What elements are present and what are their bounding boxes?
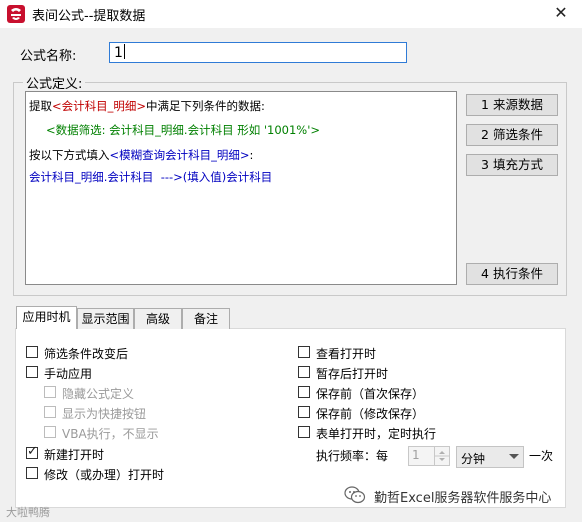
text-caret <box>123 44 125 59</box>
watermark-right: 勤哲Excel服务器软件服务中心 <box>374 491 552 506</box>
def-line4-arrow: --->(填入值) <box>153 170 227 184</box>
formula-name-label: 公式名称: <box>20 49 77 64</box>
label-filter-changed: 筛选条件改变后 <box>44 347 129 361</box>
def-line3-part1: 按以下方式填入 <box>29 148 110 162</box>
source-data-button[interactable]: 1 来源数据 <box>466 94 558 116</box>
close-button[interactable]: ✕ <box>548 2 574 24</box>
definition-legend: 公式定义: <box>23 73 86 92</box>
frequency-value: 1 <box>412 448 420 462</box>
label-hide-definition: 隐藏公式定义 <box>62 387 135 401</box>
def-line1-part3: 中满足下列条件的数据: <box>146 99 265 113</box>
wechat-icon <box>344 486 366 504</box>
frequency-unit-value: 分钟 <box>461 452 486 466</box>
def-line3-target: <模糊查询会计科目_明细> <box>109 148 250 162</box>
def-line4-source: 会计科目_明细.会计科目 <box>29 170 154 184</box>
filter-condition-button[interactable]: 2 筛选条件 <box>466 124 558 146</box>
checkbox-before-first-save[interactable] <box>298 386 310 398</box>
checkmark-icon: ✓ <box>27 444 38 459</box>
tab-timing[interactable]: 应用时机 <box>16 306 77 329</box>
label-before-edit-save: 保存前（修改保存） <box>316 407 425 421</box>
label-vba-exec: VBA执行，不显示 <box>62 427 159 441</box>
frequency-suffix: 一次 <box>529 449 554 463</box>
label-edit-open: 修改（或办理）打开时 <box>44 468 165 482</box>
exec-condition-button[interactable]: 4 执行条件 <box>466 263 558 285</box>
app-logo-icon <box>7 5 25 23</box>
label-manual-apply: 手动应用 <box>44 367 93 381</box>
checkbox-timed-exec[interactable] <box>298 426 310 438</box>
stepper-buttons[interactable] <box>434 447 449 465</box>
formula-name-input[interactable]: 1 <box>109 42 407 63</box>
checkbox-before-edit-save[interactable] <box>298 406 310 418</box>
def-line-1: 提取<会计科目_明细>中满足下列条件的数据: <box>29 98 265 114</box>
label-timed-exec: 表单打开时，定时执行 <box>316 427 437 441</box>
checkbox-show-shortcut[interactable] <box>44 406 56 418</box>
checkbox-new-open[interactable]: ✓ <box>26 444 38 459</box>
definition-text-area[interactable]: 提取<会计科目_明细>中满足下列条件的数据: <数据筛选: 会计科目_明细.会计… <box>25 91 457 285</box>
stepper-arrows-icon <box>435 451 449 461</box>
tab-advanced[interactable]: 高级 <box>134 308 182 329</box>
checkbox-filter-changed[interactable] <box>26 346 38 358</box>
title-bar: 表间公式--提取数据 ✕ <box>0 0 582 28</box>
tab-notes[interactable]: 备注 <box>182 308 230 329</box>
label-draft-open: 暂存后打开时 <box>316 367 389 381</box>
def-line-3: 按以下方式填入<模糊查询会计科目_明细>: <box>29 147 253 163</box>
checkbox-hide-definition[interactable] <box>44 386 56 398</box>
def-line-4: 会计科目_明细.会计科目 --->(填入值)会计科目 <box>29 169 272 185</box>
window-title: 表间公式--提取数据 <box>32 9 146 24</box>
chevron-down-icon <box>509 454 519 459</box>
label-view-open: 查看打开时 <box>316 347 377 361</box>
def-line-2: <数据筛选: 会计科目_明细.会计科目 形如 '1001%'> <box>46 123 321 137</box>
dialog-window: 表间公式--提取数据 ✕ 公式名称: 1 公式定义: 提取<会计科目_明细>中满… <box>0 0 582 522</box>
checkbox-manual-apply[interactable] <box>26 366 38 378</box>
frequency-unit-select[interactable]: 分钟 <box>456 446 524 468</box>
label-before-first-save: 保存前（首次保存） <box>316 387 425 401</box>
label-show-shortcut: 显示为快捷按钮 <box>62 407 147 421</box>
watermark-left: 大啦鸭腾 <box>6 506 50 519</box>
label-new-open: 新建打开时 <box>44 448 105 462</box>
def-line4-target: 会计科目 <box>226 170 273 184</box>
def-line1-table: <会计科目_明细> <box>52 99 147 113</box>
checkbox-edit-open[interactable] <box>26 467 38 479</box>
def-line3-part3: : <box>249 148 254 162</box>
checkbox-draft-open[interactable] <box>298 366 310 378</box>
tab-display-range[interactable]: 显示范围 <box>77 308 134 329</box>
def-line1-part1: 提取 <box>29 99 52 113</box>
frequency-label: 执行频率：每 <box>316 449 389 463</box>
checkbox-view-open[interactable] <box>298 346 310 358</box>
fill-method-button[interactable]: 3 填充方式 <box>466 154 558 176</box>
checkbox-vba-exec[interactable] <box>44 426 56 438</box>
frequency-stepper[interactable]: 1 <box>408 446 450 466</box>
formula-name-value: 1 <box>114 45 123 61</box>
